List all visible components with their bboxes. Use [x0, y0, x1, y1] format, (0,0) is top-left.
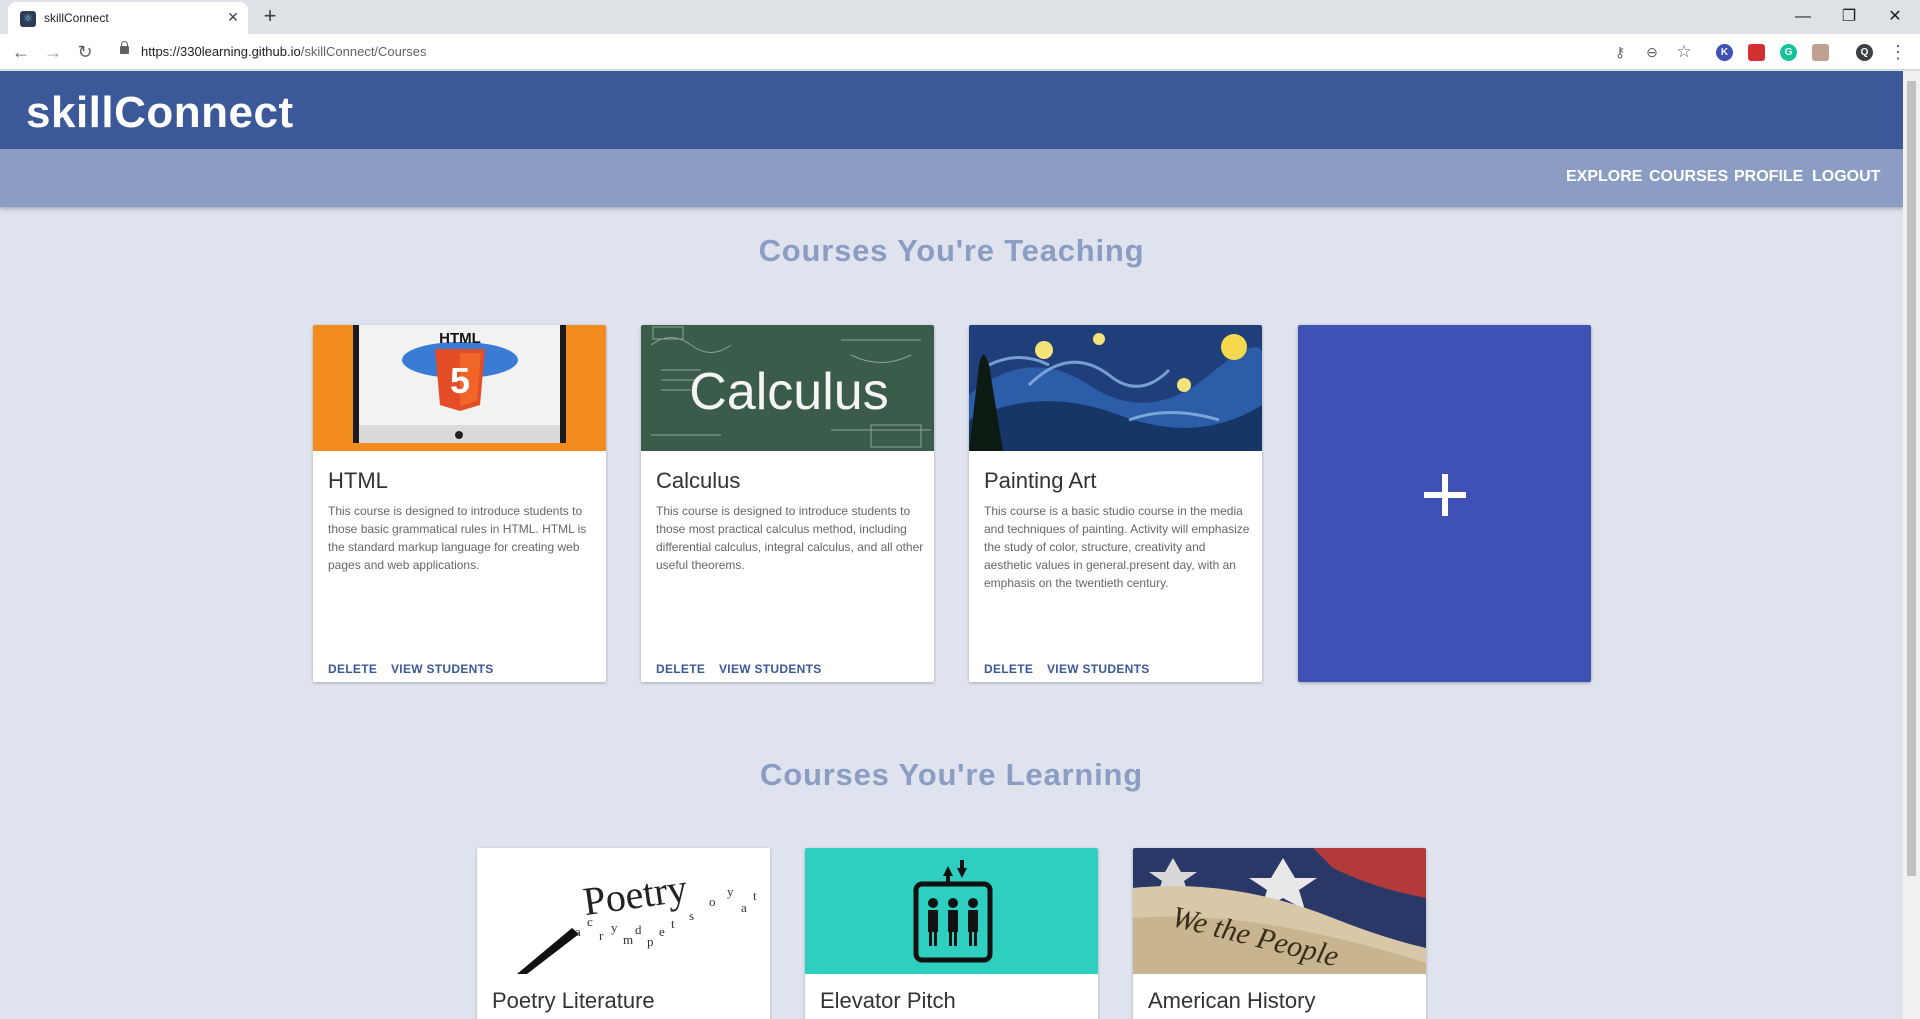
poetry-course-image: Poetry acr ymd pet soy at: [477, 848, 770, 974]
html-logo-text: HTML: [439, 330, 481, 347]
course-description: This course is designed to introduce stu…: [656, 504, 924, 572]
reload-icon[interactable]: ↻: [73, 40, 97, 64]
extension-grammarly-icon[interactable]: G: [1780, 44, 1797, 61]
nav-profile[interactable]: PROFILE: [1734, 168, 1803, 186]
browser-tabbar: ⚛ skillConnect ✕ + — ❐ ✕: [0, 0, 1920, 34]
view-students-button[interactable]: VIEW STUDENTS: [1047, 662, 1150, 676]
svg-text:s: s: [689, 908, 694, 923]
nav-menu: EXPLORE COURSES PROFILE LOGOUT: [0, 149, 1903, 207]
svg-text:y: y: [727, 884, 734, 899]
view-students-button[interactable]: VIEW STUDENTS: [719, 662, 822, 676]
minimize-button[interactable]: —: [1780, 4, 1826, 30]
svg-text:t: t: [753, 888, 757, 903]
nav-explore[interactable]: EXPLORE: [1566, 168, 1642, 186]
learning-section-title: Courses You're Learning: [760, 757, 1143, 792]
delete-button[interactable]: DELETE: [984, 662, 1033, 676]
svg-text:5: 5: [450, 360, 470, 401]
svg-text:a: a: [741, 900, 747, 915]
browser-tab[interactable]: ⚛ skillConnect ✕: [8, 2, 248, 34]
elevator-course-image: [805, 848, 1098, 974]
painting-course-image: [969, 325, 1262, 451]
page-viewport: skillConnect EXPLORE COURSES PROFILE LOG…: [0, 71, 1903, 1019]
extension-pdf-icon[interactable]: [1812, 44, 1829, 61]
course-title: Poetry Literature: [492, 988, 655, 1013]
forward-arrow-icon[interactable]: →: [41, 40, 65, 64]
svg-text:t: t: [671, 916, 675, 931]
key-icon[interactable]: ⚷: [1608, 40, 1632, 64]
teaching-section-title: Courses You're Teaching: [758, 233, 1145, 268]
course-title: Calculus: [656, 468, 741, 493]
add-course-button[interactable]: [1298, 325, 1591, 682]
course-description: This course is a basic studio course in …: [984, 504, 1250, 590]
new-tab-button[interactable]: +: [258, 5, 282, 29]
svg-text:a: a: [575, 924, 581, 939]
delete-button[interactable]: DELETE: [656, 662, 705, 676]
svg-text:y: y: [611, 920, 618, 935]
tab-close-icon[interactable]: ✕: [224, 8, 242, 26]
course-title: American History: [1148, 988, 1316, 1013]
svg-text:c: c: [587, 914, 593, 929]
course-description: This course is designed to introduce stu…: [328, 504, 587, 572]
svg-text:d: d: [635, 922, 642, 937]
bookmark-star-icon[interactable]: ☆: [1672, 40, 1696, 64]
brand-logo[interactable]: skillConnect: [26, 88, 294, 138]
window-close-button[interactable]: ✕: [1872, 4, 1918, 30]
back-arrow-icon[interactable]: ←: [9, 40, 33, 64]
american-history-course-image: We the People: [1133, 848, 1426, 974]
course-title: Painting Art: [984, 468, 1097, 493]
extension-pocket-icon[interactable]: [1748, 44, 1765, 61]
tab-title: skillConnect: [44, 11, 109, 25]
url-text: https://330learning.github.io/skillConne…: [141, 44, 427, 59]
delete-button[interactable]: DELETE: [328, 662, 377, 676]
course-card: Calculus Calculus This course is designe…: [641, 325, 934, 682]
browser-toolbar: ← → ↻ https://330learning.github.io/skil…: [0, 34, 1920, 70]
extension-k-icon[interactable]: K: [1716, 44, 1733, 61]
restore-button[interactable]: ❐: [1826, 4, 1872, 30]
course-card[interactable]: We the People American History: [1133, 848, 1426, 1019]
course-title: Elevator Pitch: [820, 988, 956, 1013]
svg-text:e: e: [659, 924, 665, 939]
zoom-icon[interactable]: ⊖: [1640, 40, 1664, 64]
chrome-menu-icon[interactable]: ⋮: [1886, 40, 1910, 64]
page-scrollbar[interactable]: [1903, 71, 1920, 1019]
course-title: HTML: [328, 468, 388, 493]
course-card[interactable]: Elevator Pitch: [805, 848, 1098, 1019]
nav-courses[interactable]: COURSES: [1649, 168, 1728, 186]
svg-text:m: m: [623, 932, 633, 947]
lock-icon: [120, 41, 129, 54]
svg-text:r: r: [599, 928, 604, 943]
course-card: Painting Art This course is a basic stud…: [969, 325, 1262, 682]
svg-text:o: o: [709, 894, 716, 909]
course-card: HTML 5 HTML This course is designed to i…: [313, 325, 606, 682]
scrollbar-thumb[interactable]: [1907, 81, 1916, 876]
nav-logout[interactable]: LOGOUT: [1812, 168, 1880, 186]
calculus-course-image: Calculus: [641, 325, 934, 451]
svg-text:p: p: [647, 934, 654, 949]
course-card[interactable]: Poetry acr ymd pet soy at Poetry Literat…: [477, 848, 770, 1019]
react-favicon-icon: ⚛: [20, 11, 36, 27]
address-bar[interactable]: https://330learning.github.io/skillConne…: [108, 39, 1708, 65]
html-course-image: HTML 5: [313, 325, 606, 451]
profile-avatar[interactable]: Q: [1856, 44, 1873, 61]
brand-header: skillConnect: [0, 71, 1903, 149]
view-students-button[interactable]: VIEW STUDENTS: [391, 662, 494, 676]
calculus-chalk-text: Calculus: [689, 363, 888, 421]
